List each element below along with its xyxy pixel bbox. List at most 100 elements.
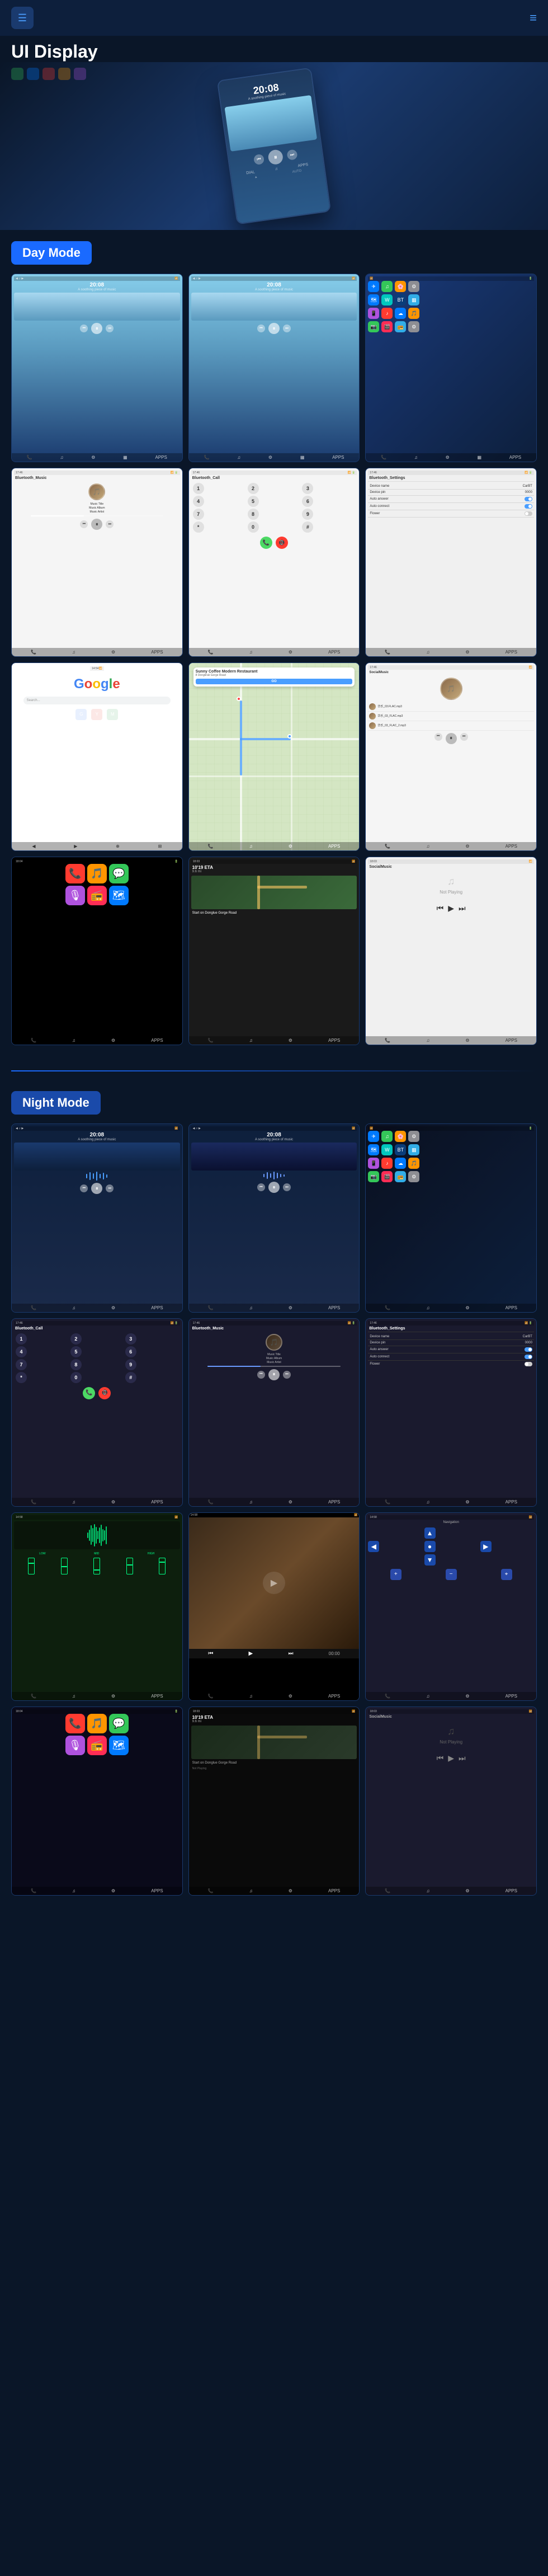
bt-next[interactable]: ⏭ — [106, 520, 114, 528]
carplay-radio[interactable]: 📻 — [87, 886, 107, 905]
google-search-bar[interactable]: Search... — [23, 697, 171, 704]
night-app-bt[interactable]: BT — [395, 1144, 406, 1155]
next-s2[interactable]: ⏭ — [283, 325, 291, 332]
night-carplay-radio[interactable]: 📻 — [87, 1736, 107, 1755]
night-app-waze[interactable]: W — [381, 1144, 393, 1155]
arrow-down[interactable]: ▼ — [424, 1554, 436, 1566]
carplay-music[interactable]: 🎵 — [87, 864, 107, 883]
night-key-0[interactable]: 0 — [70, 1372, 82, 1383]
call-btn-day[interactable]: 📞 — [260, 537, 272, 549]
play-s1[interactable]: ⏸ — [91, 323, 102, 334]
key-1[interactable]: 1 — [193, 483, 204, 494]
night-prev-1[interactable]: ⏮ — [80, 1184, 88, 1192]
night-app-7[interactable]: ☁ — [395, 1158, 406, 1169]
bt-prev-night[interactable]: ⏮ — [257, 1371, 265, 1379]
app-telegram[interactable]: ✈ — [368, 281, 379, 292]
night-app-settings[interactable]: ⚙ — [408, 1131, 419, 1142]
night-key-6[interactable]: 6 — [125, 1346, 136, 1357]
key-7[interactable]: 7 — [193, 509, 204, 520]
app-8[interactable]: 🎵 — [408, 308, 419, 319]
app-4[interactable]: ▦ — [408, 294, 419, 305]
bt-prev[interactable]: ⏮ — [80, 520, 88, 528]
app-bt[interactable]: BT — [395, 294, 406, 305]
prev-btn[interactable]: ⏮ — [253, 154, 264, 165]
key-star[interactable]: * — [193, 521, 204, 533]
key-8[interactable]: 8 — [248, 509, 259, 520]
key-2[interactable]: 2 — [248, 483, 259, 494]
eq-slider-5[interactable] — [159, 1558, 166, 1574]
music-file-3[interactable]: 华乐_03_FLAC_2.mp3 — [368, 721, 534, 731]
night-key-8[interactable]: 8 — [70, 1359, 82, 1370]
night-app-music[interactable]: ♫ — [381, 1131, 393, 1142]
night-app-11[interactable]: 📻 — [395, 1171, 406, 1182]
night-carplay-phone[interactable]: 📞 — [65, 1714, 85, 1733]
bt-next-night[interactable]: ⏭ — [283, 1371, 291, 1379]
video-play-btn[interactable]: ▶ — [249, 1651, 253, 1657]
night-play-1[interactable]: ⏸ — [91, 1183, 102, 1194]
night-next-1[interactable]: ⏭ — [106, 1184, 114, 1192]
carplay-maps[interactable]: 🗺 — [109, 886, 129, 905]
arrow-left[interactable]: ◀ — [368, 1541, 379, 1552]
night-auto-connect-toggle[interactable] — [525, 1355, 532, 1359]
app-settings[interactable]: ⚙ — [408, 281, 419, 292]
app-waze[interactable]: W — [381, 294, 393, 305]
bt-play-night[interactable]: ⏸ — [268, 1369, 280, 1380]
night-key-5[interactable]: 5 — [70, 1346, 82, 1357]
zoom-in-btn[interactable]: + — [390, 1569, 401, 1580]
night-call-btn[interactable]: 📞 — [83, 1387, 95, 1399]
key-6[interactable]: 6 — [302, 496, 313, 507]
eq-slider-4[interactable] — [126, 1558, 133, 1574]
go-button-day[interactable]: GO — [196, 679, 353, 684]
night-app-12[interactable]: ⚙ — [408, 1171, 419, 1182]
arrow-center[interactable]: ● — [424, 1541, 436, 1552]
carplay-messages[interactable]: 💬 — [109, 864, 129, 883]
night-key-2[interactable]: 2 — [70, 1333, 82, 1345]
night-not-play-next[interactable]: ⏭ — [459, 1754, 466, 1763]
arrow-up[interactable]: ▲ — [424, 1527, 436, 1539]
play-s2[interactable]: ⏸ — [268, 323, 280, 334]
not-play-next[interactable]: ⏭ — [459, 904, 466, 913]
auto-connect-toggle[interactable] — [525, 504, 532, 509]
night-carplay-podcast[interactable]: 🎙 — [65, 1736, 85, 1755]
eq-slider-1[interactable] — [28, 1558, 35, 1574]
night-end-call-btn[interactable]: 📵 — [98, 1387, 111, 1399]
night-key-4[interactable]: 4 — [16, 1346, 27, 1357]
video-prev-btn[interactable]: ⏮ — [208, 1651, 213, 1657]
night-key-3[interactable]: 3 — [125, 1333, 136, 1345]
soc-prev[interactable]: ⏮ — [434, 733, 442, 741]
night-app-9[interactable]: 📷 — [368, 1171, 379, 1182]
carplay-phone[interactable]: 📞 — [65, 864, 85, 883]
key-hash[interactable]: # — [302, 521, 313, 533]
night-app-6[interactable]: ♪ — [381, 1158, 393, 1169]
nav-icon[interactable]: ≡ — [530, 11, 537, 25]
night-key-7[interactable]: 7 — [16, 1359, 27, 1370]
app-5[interactable]: 📱 — [368, 308, 379, 319]
end-call-btn-day[interactable]: 📵 — [276, 537, 288, 549]
app-photos[interactable]: 🌸 — [395, 281, 406, 292]
next-s1[interactable]: ⏭ — [106, 325, 114, 332]
night-not-play-btn[interactable]: ▶ — [448, 1754, 454, 1763]
app-9[interactable]: 📷 — [368, 321, 379, 332]
night-key-star[interactable]: * — [16, 1372, 27, 1383]
auto-answer-toggle[interactable] — [525, 497, 532, 501]
app-maps[interactable]: 🗺 — [368, 294, 379, 305]
night-key-1[interactable]: 1 — [16, 1333, 27, 1345]
eq-slider-2[interactable] — [61, 1558, 68, 1574]
prev-s1[interactable]: ⏮ — [80, 325, 88, 332]
night-key-hash[interactable]: # — [125, 1372, 136, 1383]
key-0[interactable]: 0 — [248, 521, 259, 533]
zoom-out-btn[interactable]: − — [446, 1569, 457, 1580]
not-play-prev[interactable]: ⏮ — [437, 904, 444, 913]
shortcut-2[interactable]: Y — [91, 709, 102, 720]
night-next-2[interactable]: ⏭ — [283, 1183, 291, 1191]
prev-s2[interactable]: ⏮ — [257, 325, 265, 332]
night-auto-answer-toggle[interactable] — [525, 1347, 532, 1352]
app-10[interactable]: 🎬 — [381, 321, 393, 332]
arrow-right[interactable]: ▶ — [480, 1541, 492, 1552]
music-file-1[interactable]: 华乐_03.FLAC.mp3 — [368, 702, 534, 712]
next-btn[interactable]: ⏭ — [286, 149, 297, 160]
shortcut-3[interactable]: M — [107, 709, 118, 720]
app-music[interactable]: ♫ — [381, 281, 393, 292]
night-app-photos[interactable]: 🌸 — [395, 1131, 406, 1142]
night-prev-2[interactable]: ⏮ — [257, 1183, 265, 1191]
